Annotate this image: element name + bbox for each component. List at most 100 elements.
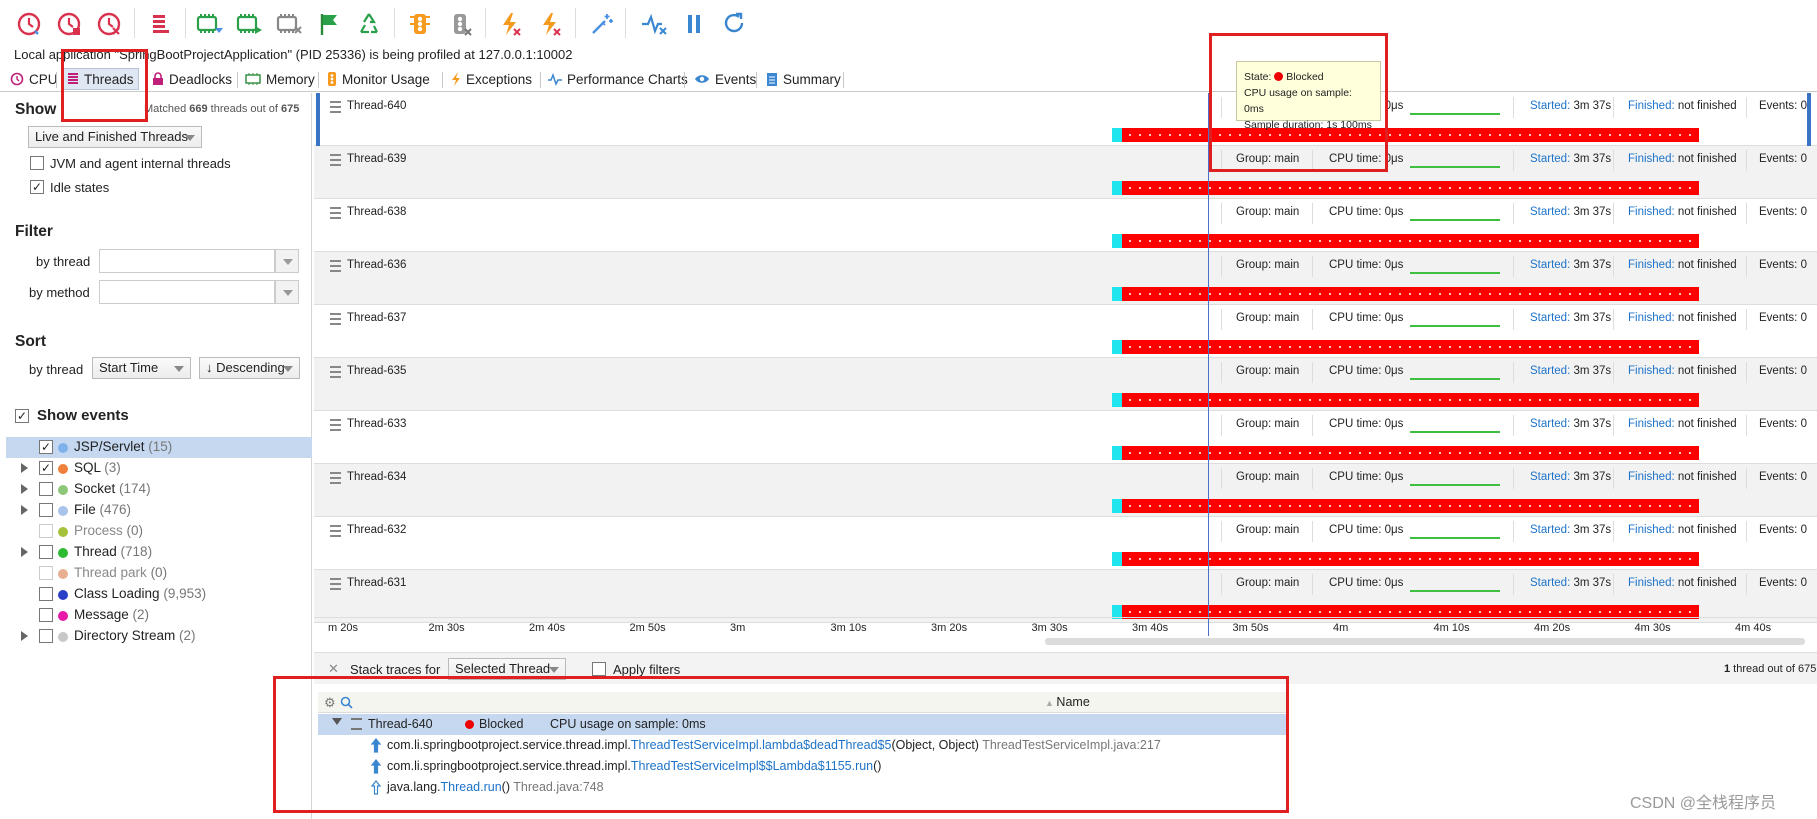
- sort-field-select[interactable]: Start Time: [92, 357, 191, 379]
- event-checkbox[interactable]: [39, 482, 53, 496]
- event-checkbox[interactable]: [39, 566, 53, 580]
- thread-filter-input[interactable]: [99, 249, 275, 273]
- thread-group: Group: main: [1236, 312, 1300, 324]
- axis-tick-label: m 20s: [328, 622, 358, 634]
- event-checkbox[interactable]: [39, 524, 53, 538]
- event-type-row[interactable]: Process (0): [6, 521, 312, 542]
- monitor-on-icon[interactable]: [404, 8, 436, 40]
- tab-deadlocks[interactable]: Deadlocks: [148, 68, 236, 90]
- thread-name: Thread-640: [347, 100, 407, 112]
- thread-icon: [330, 366, 341, 378]
- axis-tick-label: 3m 10s: [830, 622, 867, 634]
- thread-events: Events: 0: [1759, 312, 1807, 324]
- cpu-clear-icon[interactable]: [93, 8, 125, 40]
- memory-icon[interactable]: [144, 8, 176, 40]
- thread-running-segment[interactable]: [1112, 287, 1122, 301]
- horizontal-scrollbar[interactable]: [1045, 638, 1805, 645]
- refresh-icon[interactable]: [718, 8, 750, 40]
- tab-monitor-usage[interactable]: Monitor Usage: [323, 68, 434, 90]
- heartbeat-icon[interactable]: [638, 8, 670, 40]
- thread-filter-dropdown[interactable]: [275, 249, 299, 273]
- idle-states-checkbox[interactable]: ✓: [30, 180, 44, 194]
- thread-running-segment[interactable]: [1112, 393, 1122, 407]
- thread-row[interactable]: Thread-639 Group: main CPU time: 0μs Starte…: [314, 146, 1817, 199]
- event-checkbox[interactable]: ✓: [39, 440, 53, 454]
- show-events-checkbox[interactable]: ✓: [15, 409, 29, 423]
- thread-row[interactable]: Thread-634 Group: main CPU time: 0μs Starte…: [314, 464, 1817, 517]
- thread-row[interactable]: Thread-631 Group: main CPU time: 0μs Starte…: [314, 570, 1817, 623]
- exceptions-off-icon[interactable]: [534, 8, 566, 40]
- jvm-internal-checkbox[interactable]: [30, 156, 44, 170]
- event-type-row[interactable]: Message (2): [6, 605, 312, 626]
- memory-chip-icon: [245, 73, 261, 85]
- close-icon[interactable]: ✕: [328, 661, 339, 677]
- thread-row[interactable]: Thread-637 Group: main CPU time: 0μs Starte…: [314, 305, 1817, 358]
- magic-wand-icon[interactable]: [586, 8, 618, 40]
- tab-events[interactable]: Events: [690, 68, 760, 90]
- stop-tracking-icon[interactable]: [273, 8, 305, 40]
- thread-cpu-time: CPU time: 0μs: [1329, 418, 1404, 430]
- flag-icon[interactable]: [313, 8, 345, 40]
- expand-arrow-icon[interactable]: [21, 463, 28, 473]
- thread-icon: [330, 260, 341, 272]
- event-type-row[interactable]: ✓ JSP/Servlet (15): [6, 437, 312, 458]
- tab-summary[interactable]: Summary: [762, 68, 845, 90]
- apply-filters-checkbox[interactable]: [592, 662, 606, 676]
- method-filter-dropdown[interactable]: [275, 280, 299, 304]
- thread-running-segment[interactable]: [1112, 446, 1122, 460]
- record-alloc-icon[interactable]: [193, 8, 225, 40]
- start-tracking-icon[interactable]: [233, 8, 265, 40]
- event-type-row[interactable]: Thread park (0): [6, 563, 312, 584]
- event-color-dot: [58, 569, 68, 579]
- event-type-row[interactable]: File (476): [6, 500, 312, 521]
- expand-arrow-icon[interactable]: [21, 631, 28, 641]
- event-checkbox[interactable]: [39, 587, 53, 601]
- pause-icon[interactable]: [678, 8, 710, 40]
- cpu-stop-icon[interactable]: [53, 8, 85, 40]
- thread-cpu-time: CPU time: 0μs: [1329, 365, 1404, 377]
- thread-running-segment[interactable]: [1112, 552, 1122, 566]
- cpu-record-icon[interactable]: [13, 8, 45, 40]
- event-checkbox[interactable]: [39, 503, 53, 517]
- thread-row[interactable]: Thread-635 Group: main CPU time: 0μs Starte…: [314, 358, 1817, 411]
- thread-row[interactable]: Thread-640Group: mainCPU time: 0μsStarte…: [314, 93, 1817, 146]
- thread-icon: [330, 313, 341, 325]
- tab-exceptions[interactable]: Exceptions: [447, 68, 536, 90]
- event-checkbox[interactable]: [39, 629, 53, 643]
- event-type-row[interactable]: ✓ SQL (3): [6, 458, 312, 479]
- event-checkbox[interactable]: [39, 608, 53, 622]
- expand-arrow-icon[interactable]: [21, 484, 28, 494]
- thread-row[interactable]: Thread-632 Group: main CPU time: 0μs Starte…: [314, 517, 1817, 570]
- sort-order-select[interactable]: ↓ Descending: [199, 357, 300, 379]
- thread-started: Started: 3m 37s: [1530, 471, 1612, 483]
- thread-running-segment[interactable]: [1112, 181, 1122, 195]
- time-cursor[interactable]: [1208, 93, 1209, 636]
- thread-running-segment[interactable]: [1112, 234, 1122, 248]
- tab-performance-charts[interactable]: Performance Charts: [544, 68, 692, 90]
- expand-arrow-icon[interactable]: [21, 505, 28, 515]
- tab-cpu[interactable]: CPU: [6, 68, 62, 90]
- thread-running-segment[interactable]: [1112, 128, 1122, 142]
- thread-name: Thread-635: [347, 365, 407, 377]
- thread-row[interactable]: Thread-633 Group: main CPU time: 0μs Starte…: [314, 411, 1817, 464]
- axis-tick-label: 4m 20s: [1534, 622, 1571, 634]
- event-type-row[interactable]: Directory Stream (2): [6, 626, 312, 647]
- method-filter-input[interactable]: [99, 280, 275, 304]
- exceptions-icon[interactable]: [494, 8, 526, 40]
- thread-filter-select[interactable]: Live and Finished Threads: [28, 126, 202, 148]
- left-panel: Show Matched 669 threads out of 675 Live…: [0, 93, 312, 819]
- monitor-off-icon[interactable]: [444, 8, 476, 40]
- tab-memory[interactable]: Memory: [241, 68, 319, 90]
- thread-row[interactable]: Thread-636 Group: main CPU time: 0μs Starte…: [314, 252, 1817, 305]
- thread-events: Events: 0: [1759, 100, 1807, 112]
- event-type-row[interactable]: Class Loading (9,953): [6, 584, 312, 605]
- thread-running-segment[interactable]: [1112, 499, 1122, 513]
- thread-row[interactable]: Thread-638 Group: main CPU time: 0μs Starte…: [314, 199, 1817, 252]
- thread-running-segment[interactable]: [1112, 340, 1122, 354]
- event-type-row[interactable]: Thread (718): [6, 542, 312, 563]
- expand-arrow-icon[interactable]: [21, 547, 28, 557]
- event-type-row[interactable]: Socket (174): [6, 479, 312, 500]
- event-checkbox[interactable]: [39, 545, 53, 559]
- recycle-icon[interactable]: [353, 8, 385, 40]
- event-checkbox[interactable]: ✓: [39, 461, 53, 475]
